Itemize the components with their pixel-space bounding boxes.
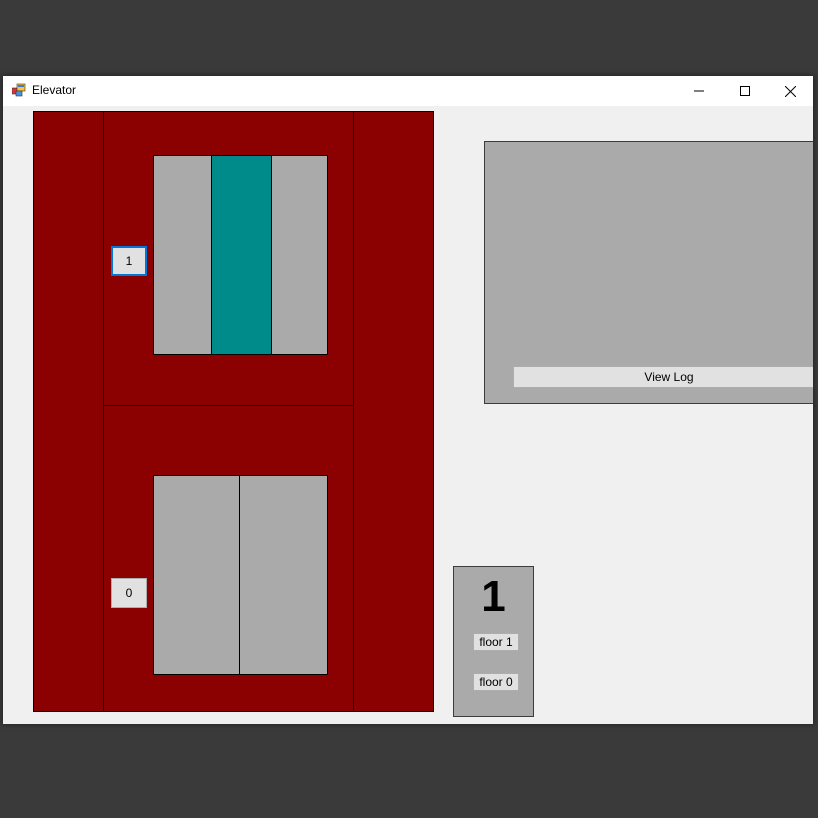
close-icon: [784, 85, 796, 97]
elevator-window: Elevator 1 0 View Log 1 floor 1 floor 0: [3, 76, 813, 724]
view-log-button[interactable]: View Log: [513, 366, 813, 388]
app-window-icon: [12, 83, 26, 97]
door-right-panel: [240, 476, 327, 674]
elevator-car: [211, 156, 272, 354]
maximize-button[interactable]: [722, 76, 768, 106]
floor-1-door: [153, 155, 328, 355]
maximize-icon: [740, 86, 750, 96]
close-button[interactable]: [767, 76, 813, 106]
elevator-shaft: 1 0: [33, 111, 434, 712]
floor-divider: [104, 405, 353, 406]
log-panel: View Log: [484, 141, 813, 404]
floor-0-button[interactable]: floor 0: [473, 673, 519, 691]
call-button-floor-1[interactable]: 1: [111, 246, 147, 276]
door-left-panel: [154, 476, 240, 674]
shaft-left-wall: [103, 112, 104, 711]
client-area: 1 0 View Log 1 floor 1 floor 0: [3, 106, 813, 724]
door-right-panel: [272, 156, 327, 354]
shaft-right-wall: [353, 112, 354, 711]
minimize-button[interactable]: [676, 76, 722, 106]
floor-0-door: [153, 475, 328, 675]
call-button-floor-0[interactable]: 0: [111, 578, 147, 608]
elevator-control-panel: 1 floor 1 floor 0: [453, 566, 534, 717]
title-bar[interactable]: Elevator: [3, 76, 813, 106]
floor-1-button[interactable]: floor 1: [473, 633, 519, 651]
current-floor-display: 1: [481, 572, 506, 621]
door-left-panel: [154, 156, 211, 354]
window-title: Elevator: [32, 83, 77, 97]
minimize-icon: [694, 90, 704, 92]
